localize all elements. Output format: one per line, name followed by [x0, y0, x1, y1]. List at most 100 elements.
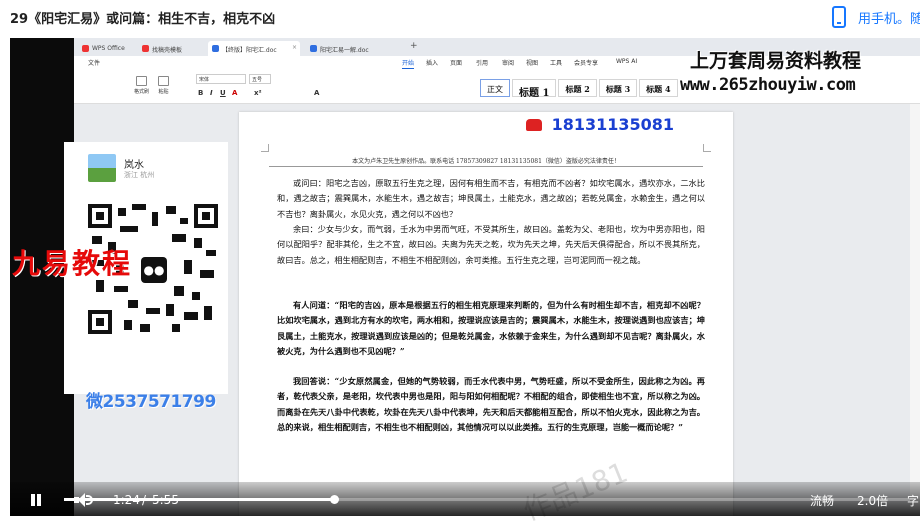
wps-tab: 阳宅汇易一解.doc	[306, 41, 375, 56]
style-heading-2: 标题 2	[558, 79, 597, 97]
menu-wps-ai: WPS AI	[616, 58, 638, 65]
style-heading-4: 标题 4	[639, 79, 678, 97]
document-header: 本文为卢朱卫先生原创作品。联系电话 17857309827 1813113508…	[352, 158, 620, 165]
qr-module	[184, 260, 192, 274]
style-heading-3: 标题 3	[598, 79, 638, 97]
page-title: 29《阳宅汇易》或问篇：相生不吉，相克不凶	[10, 12, 276, 27]
qr-module	[128, 300, 138, 308]
qr-finder	[194, 204, 218, 228]
mobile-watch-link[interactable]: 用手机。随	[858, 8, 920, 27]
paste-label: 粘贴	[158, 89, 169, 95]
doc-icon	[212, 45, 219, 52]
wps-tab: WPS Office	[78, 41, 131, 56]
phone-watermark: 18131135081	[526, 115, 674, 134]
qr-module	[140, 324, 150, 332]
menu-file: 文件	[88, 60, 101, 67]
close-icon: ×	[291, 44, 297, 51]
wps-tab: 找稿壳模板	[138, 41, 188, 56]
underline-icon: U	[220, 89, 226, 97]
paragraph: 我回答说：“少女原然属金，但她的气势较弱，而壬水代表中男，气势旺盛，所以不受金所…	[277, 376, 705, 432]
qr-finder	[88, 204, 112, 228]
progress-bar[interactable]	[64, 495, 910, 504]
style-normal: 正文	[480, 79, 510, 97]
doc-icon	[310, 45, 317, 52]
wps-tab-active: 【终版】阳宅汇.doc ×	[208, 41, 300, 56]
qr-module	[194, 238, 202, 248]
style-heading-1: 标题 1	[512, 79, 557, 99]
font-color-icon: A	[232, 89, 238, 97]
wechat-id-watermark: 微2537571799	[86, 392, 216, 412]
superscript-icon: x²	[254, 89, 262, 97]
menu-review: 审阅	[502, 60, 515, 67]
paragraph: 余曰：少女与少女，而气弱，壬水为中男而气旺，不受其所生，故曰凶。盖乾为父、老阳也…	[277, 224, 705, 265]
qr-module	[120, 226, 138, 232]
duration: 5:55	[152, 493, 179, 507]
qr-module	[172, 234, 186, 242]
qr-module	[124, 320, 132, 330]
template-icon	[142, 45, 149, 52]
menu-insert: 插入	[426, 60, 439, 67]
qr-module	[192, 292, 200, 300]
subtitle-button[interactable]: 字	[907, 492, 919, 509]
paragraph: 或问曰：阳宅之吉凶，原取五行生克之理，因何有相生而不吉，有相克而不凶者？如坎宅属…	[277, 178, 705, 219]
new-tab-icon: +	[410, 41, 418, 51]
right-sidebar	[910, 104, 920, 516]
menu-tools: 工具	[550, 60, 563, 67]
bold-icon: B	[198, 89, 204, 97]
qr-module	[114, 286, 128, 292]
menu-page: 页面	[450, 60, 463, 67]
profile-location: 浙江 杭州	[124, 171, 155, 179]
progress-handle[interactable]	[330, 495, 339, 504]
menu-member: 会员专享	[574, 60, 599, 67]
menu-reference: 引用	[476, 60, 489, 67]
qr-module	[206, 250, 216, 256]
qr-module	[166, 206, 176, 214]
margin-mark	[703, 144, 711, 152]
time-separator: /	[142, 493, 147, 507]
qr-module	[172, 324, 180, 332]
paragraph: 有人问道：“阳宅的吉凶，原本是根据五行的相生相克原理来判断的，但为什么有时相生却…	[277, 300, 705, 356]
tab-label: 【终版】阳宅汇.doc	[222, 47, 277, 54]
italic-icon: I	[210, 89, 213, 97]
brush-icon	[136, 76, 147, 86]
style-gallery: 正文 标题 1 标题 2 标题 3 标题 4	[480, 79, 678, 101]
format-brush-label: 格式刷	[134, 89, 150, 95]
profile-name: 岚水	[124, 160, 144, 171]
qr-module	[174, 286, 184, 296]
margin-mark	[261, 144, 269, 152]
current-time: 1:24	[113, 493, 140, 507]
qr-module	[118, 208, 126, 216]
promo-watermark-url: www.265zhouyiw.com	[680, 75, 856, 95]
qr-module	[204, 306, 212, 320]
highlight-icon: A	[314, 89, 320, 97]
pause-button[interactable]	[30, 494, 42, 506]
header-divider	[269, 166, 703, 167]
quality-button[interactable]: 流畅	[810, 492, 834, 509]
qr-module	[152, 212, 158, 226]
wps-logo-icon	[82, 45, 89, 52]
promo-watermark-title: 上万套周易资料教程	[690, 50, 862, 72]
menu-home: 开始	[402, 60, 415, 69]
font-name-select: 宋体	[196, 74, 246, 84]
qr-module	[180, 218, 188, 224]
format-brush-button: 格式刷	[134, 76, 149, 95]
wechat-icon: ●●	[141, 257, 167, 283]
qr-module	[146, 308, 160, 314]
tab-label: 找稿壳模板	[152, 47, 183, 54]
telephone-icon	[526, 119, 542, 131]
speed-button[interactable]: 2.0倍	[857, 492, 888, 509]
mobile-phone-icon[interactable]	[832, 6, 846, 28]
page-header: 29《阳宅汇易》或问篇：相生不吉，相克不凶 用手机。随	[0, 0, 920, 36]
paste-button: 粘贴	[158, 76, 169, 95]
avatar	[88, 154, 116, 182]
font-size-select: 五号	[249, 74, 271, 84]
tab-label: 阳宅汇易一解.doc	[320, 47, 369, 54]
clipboard-icon	[158, 76, 169, 86]
menu-view: 视图	[526, 60, 539, 67]
qr-module	[184, 312, 198, 320]
phone-number: 18131135081	[551, 115, 675, 134]
tab-label: WPS Office	[92, 45, 125, 52]
qr-module	[132, 204, 146, 210]
qr-module	[166, 304, 174, 316]
qr-module	[200, 270, 214, 278]
